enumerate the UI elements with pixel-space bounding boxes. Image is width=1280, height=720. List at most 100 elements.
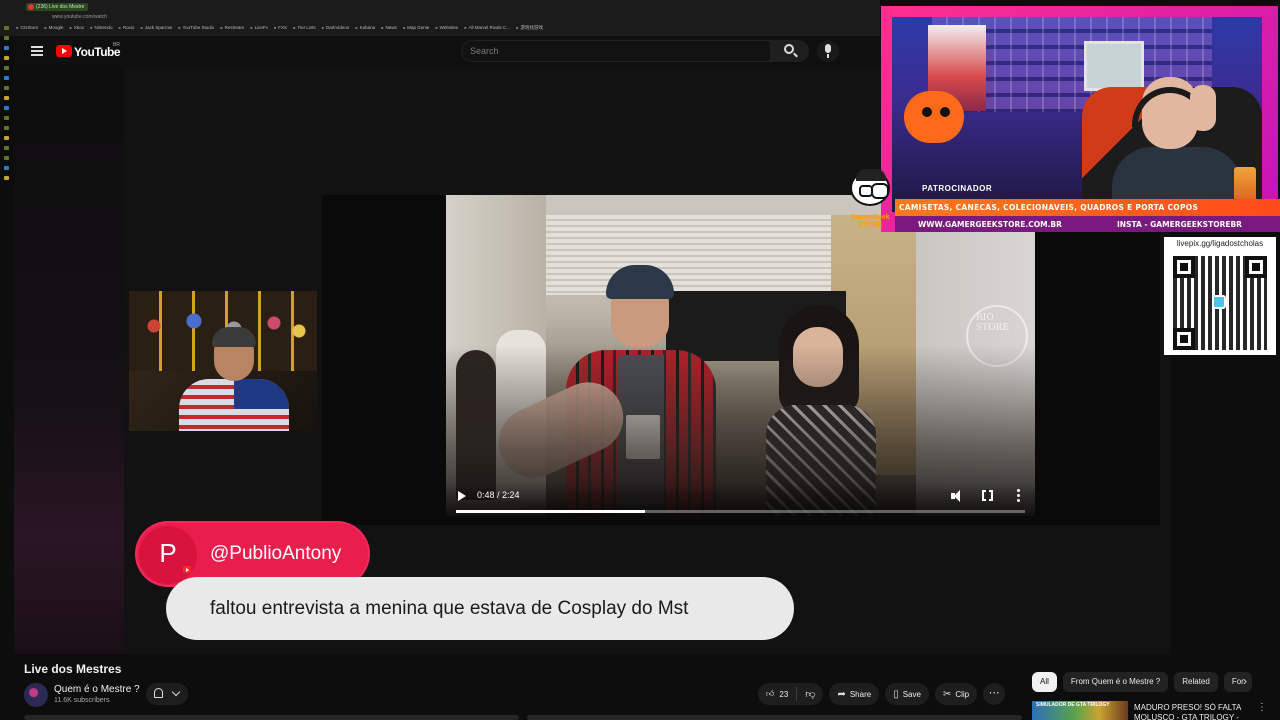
share-label: Share [849,689,872,699]
comment-text: faltou entrevista a menina que estava de… [210,598,689,619]
screen: (236) Live dos Mestre www.youtube.com/wa… [0,0,1280,720]
streamer-webcam [892,17,1262,212]
like-button[interactable]: 👍︎ 23 [758,687,798,701]
thumbnail-text: SIMULADOR DE GTA TRILOGY [1036,702,1110,708]
video-title: Live dos Mestres [24,662,122,676]
bookmark-item[interactable]: Websites [435,25,458,31]
country-code: BR [113,42,120,48]
youtube-favicon-icon [28,4,34,10]
bookmark-item[interactable]: All Marvel Rivals C... [464,25,511,31]
search-icon [784,44,794,54]
bookmark-item[interactable]: Xbox [69,25,84,31]
menu-icon[interactable] [31,46,43,56]
share-button[interactable]: ➦ Share [829,683,880,705]
bookmark-item[interactable]: Map Genie [403,25,429,31]
bookmark-item[interactable]: Nintendo [90,25,112,31]
progress-bar[interactable] [456,510,1025,513]
sidebar-app-icon[interactable] [4,56,9,60]
store-name: GamerGeek STORE [850,214,890,229]
volume-icon[interactable] [951,490,963,502]
bookmark-item[interactable]: FXS [274,25,287,31]
bookmark-item[interactable]: Moogle [44,25,64,31]
channel-name[interactable]: Quem é o Mestre ? [54,684,140,695]
notifications-button[interactable] [146,683,188,705]
address-bar[interactable]: www.youtube.com/watch [52,14,107,20]
filter-chip[interactable]: From Quem é o Mestre ? [1062,672,1169,692]
sidebar-app-icon[interactable] [4,76,9,80]
browser-chrome: (236) Live dos Mestre www.youtube.com/wa… [0,0,880,36]
sidebar-app-icon[interactable] [4,126,9,130]
more-options-icon[interactable] [1017,489,1021,503]
sidebar-app-icon[interactable] [4,166,9,170]
clip-label: Clip [955,689,970,699]
sidebar-app-icon[interactable] [4,106,9,110]
guest-webcam [129,291,317,431]
video-actions: 👍︎ 23 👎︎ ➦ Share ▯ Save ✂ Clip ⋯ [758,683,1006,705]
fullscreen-icon[interactable] [982,489,993,502]
thumbs-down-icon: 👎︎ [805,689,816,700]
bookmark-item[interactable]: Jack Sparrow [140,25,172,31]
dislike-button[interactable]: 👎︎ [797,688,823,700]
like-dislike-group: 👍︎ 23 👎︎ [758,683,824,705]
search-input[interactable] [470,44,760,58]
like-count: 23 [779,689,789,699]
sidebar-app-icon[interactable] [4,136,9,140]
livepix-icon [1212,295,1226,309]
save-button[interactable]: ▯ Save [885,683,929,705]
sidebar-app-icon[interactable] [4,176,9,180]
clip-button[interactable]: ✂ Clip [934,683,978,705]
filter-chip[interactable]: All [1032,672,1057,692]
youtube-masthead: YouTube BR [14,36,884,68]
bookmarks-bar: GGStore Moogle Xbox Nintendo Roxio Jack Sparr… [16,25,543,31]
bookmark-icon: ▯ [893,688,899,700]
bookmark-item[interactable]: 游戏找游戏 [516,25,543,31]
sidebar-app-icon[interactable] [4,46,9,50]
sidebar-app-icon[interactable] [4,146,9,150]
bookmark-item[interactable]: Roxio [119,25,135,31]
bookmark-item[interactable]: Restream [220,25,245,31]
bookmark-item[interactable]: DarkVideos [322,25,349,31]
more-actions-button[interactable]: ⋯ [983,683,1006,705]
voice-search-button[interactable] [817,40,839,62]
sidebar-app-icon[interactable] [4,36,9,40]
more-vert-icon[interactable]: ⋮ [1257,702,1267,713]
chevron-down-icon [171,687,181,697]
search-box[interactable] [461,40,771,62]
bookmark-item[interactable]: GGStore [16,25,38,31]
sidebar-app-icon[interactable] [4,156,9,160]
share-icon: ➦ [837,688,846,700]
more-icon: ⋯ [988,687,1000,699]
bookmark-item[interactable]: YouTube Studio [178,25,215,31]
sponsor-items: CAMISETAS, CANECAS, COLECIONAVEIS, QUADR… [899,203,1199,212]
chevron-right-icon[interactable]: › [1243,674,1259,690]
thumbs-up-icon: 👍︎ [766,689,775,698]
tab-title: (236) Live dos Mestre [36,4,85,10]
bookmark-item[interactable]: News [381,25,397,31]
channel-avatar[interactable] [24,683,48,707]
sidebar-app-icon[interactable] [4,26,9,30]
sidebar-app-icon[interactable] [4,116,9,120]
progress-fill [456,510,646,513]
search-button[interactable] [771,40,809,62]
watermark-text: RIO STORE [976,313,1009,333]
youtube-logo-icon[interactable] [56,45,72,57]
qr-url: livepix.gg/ligadostcholas [1164,237,1276,251]
qr-code [1164,251,1276,355]
filter-chip[interactable]: Related [1174,672,1218,692]
play-icon[interactable] [458,490,468,502]
browser-tab[interactable]: (236) Live dos Mestre [26,3,88,11]
sidebar-app-icon[interactable] [4,66,9,70]
recommendation-title[interactable]: MADURO PRESO! SÓ FALTA MOLUSCO - GTA TRI… [1134,703,1252,720]
time-display: 0:48 / 2:24 [477,490,520,500]
sidebar-app-icon[interactable] [4,86,9,90]
video-frame[interactable]: RIO STORE [446,195,1035,516]
bookmark-item[interactable]: LiveFx [250,25,268,31]
left-background [14,68,124,654]
sponsor-label: PATROCINADOR [922,184,993,193]
sidebar-app-icon[interactable] [4,96,9,100]
recommendation-thumbnail[interactable]: SIMULADOR DE GTA TRILOGY [1032,701,1128,720]
bookmark-item[interactable]: Tier Lists [293,25,315,31]
bookmark-item[interactable]: Kabana [355,25,376,31]
comment-username: @PublioAntony [210,543,342,564]
comment-avatar: P [139,526,197,584]
